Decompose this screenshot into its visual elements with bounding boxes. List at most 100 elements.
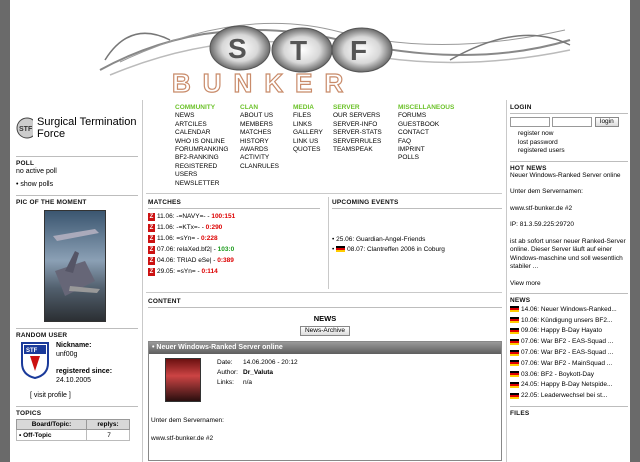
list-item[interactable]: 07.06: War BF2 - EAS-Squad ... bbox=[510, 347, 628, 358]
menu-item-gallery[interactable]: GALLERY bbox=[293, 129, 323, 137]
menu-item-awards[interactable]: AWARDS bbox=[240, 146, 279, 154]
menu-item-contact[interactable]: CONTACT bbox=[398, 129, 454, 137]
z-icon: Z bbox=[148, 256, 155, 265]
username-field[interactable] bbox=[510, 117, 550, 127]
menu-item-about-us[interactable]: ABOUT US bbox=[240, 112, 279, 120]
match-score: 0:389 bbox=[217, 257, 234, 264]
registered-users-link[interactable]: registered users bbox=[518, 147, 628, 156]
right-column-divider bbox=[506, 100, 507, 462]
match-opponent: TRIAD eSe| - bbox=[176, 257, 216, 264]
match-opponent: -=NAVY=- - bbox=[176, 213, 210, 220]
menu-item-server-stats[interactable]: SERVER-STATS bbox=[333, 129, 382, 137]
list-item[interactable]: • 08.07: Clantreffen 2006 in Coburg bbox=[332, 245, 502, 255]
show-polls-link[interactable]: • show polls bbox=[16, 180, 138, 189]
menu-item-teamspeak[interactable]: TEAMSPEAK bbox=[333, 146, 382, 154]
z-icon: Z bbox=[148, 267, 155, 276]
menu-item-serverrules[interactable]: SERVERRULES bbox=[333, 138, 382, 146]
list-item[interactable]: 07.06: War BF2 - MainSquad ... bbox=[510, 358, 628, 369]
germany-flag-icon bbox=[510, 338, 519, 345]
menu-item-forums[interactable]: FORUMS bbox=[398, 112, 454, 120]
z-icon: Z bbox=[148, 223, 155, 232]
menu-item-bf2-ranking[interactable]: BF2-RANKING bbox=[175, 154, 228, 162]
match-row[interactable]: Z 11.06: =sYn= - 0:228 bbox=[148, 233, 320, 244]
list-item[interactable]: • 25.06: Guardian-Angel-Friends bbox=[332, 235, 502, 245]
login-button[interactable]: login bbox=[595, 117, 619, 127]
menu-item-guestbook[interactable]: GUESTBOOK bbox=[398, 121, 454, 129]
pic-heading: PIC OF THE MOMENT bbox=[16, 199, 87, 206]
lost-password-link[interactable]: lost password bbox=[518, 139, 628, 148]
match-opponent: relaXed.bf2| - bbox=[176, 246, 216, 253]
menu-item-faq[interactable]: FAQ bbox=[398, 138, 454, 146]
match-row[interactable]: Z 29.05: =sYn= - 0:114 bbox=[148, 266, 320, 277]
match-date: 29.05: bbox=[157, 268, 176, 275]
menu-item-calendar[interactable]: CALENDAR bbox=[175, 129, 228, 137]
hotnews-paragraph: ist ab sofort unser neuer Ranked-Server … bbox=[510, 237, 626, 271]
menu-item-polls[interactable]: POLLS bbox=[398, 154, 454, 162]
author-value[interactable]: Dr_Valuta bbox=[243, 369, 273, 376]
menu-item-history[interactable]: HISTORY bbox=[240, 138, 279, 146]
menu-item-activity[interactable]: ACTIVITY bbox=[240, 154, 279, 162]
menu-item-newsletter[interactable]: NEWSLETTER bbox=[175, 180, 228, 188]
poll-heading: POLL bbox=[16, 160, 35, 167]
news-title: NEWS bbox=[313, 314, 337, 323]
password-field[interactable] bbox=[552, 117, 592, 127]
menu-item-registered[interactable]: REGISTERED bbox=[175, 163, 228, 171]
news-archive-button[interactable]: News-Archive bbox=[299, 326, 351, 336]
menu-item-link-us[interactable]: LINK US bbox=[293, 138, 323, 146]
list-item[interactable]: 14.06: Neuer Windows-Ranked... bbox=[510, 304, 628, 315]
menu-item-members[interactable]: MEMBERS bbox=[240, 121, 279, 129]
list-item[interactable]: 09.06: Happy B-Day Hayato bbox=[510, 326, 628, 337]
article-image[interactable] bbox=[165, 358, 201, 402]
menu-item-links[interactable]: LINKS bbox=[293, 121, 323, 129]
z-icon: Z bbox=[148, 245, 155, 254]
match-row[interactable]: Z 11.06: -=KTx=- - 0:290 bbox=[148, 222, 320, 233]
hotnews-body: Neuer Windows-Ranked Server online Unter… bbox=[510, 172, 628, 289]
list-item[interactable]: 03.06: BF2 - Boykott-Day bbox=[510, 369, 628, 380]
table-row[interactable]: • Off-Topic 7 bbox=[16, 429, 130, 441]
menu-item-articles[interactable]: ARTCILES bbox=[175, 121, 228, 129]
list-item[interactable]: 10.06: Kündigung unsers BF2... bbox=[510, 315, 628, 326]
view-more-link[interactable]: View more bbox=[510, 280, 628, 289]
menu-item-server-info[interactable]: SERVER-INFO bbox=[333, 121, 382, 129]
menu-item-users[interactable]: USERS bbox=[175, 171, 228, 179]
list-item[interactable]: 24.05: Happy B-Day Netspide... bbox=[510, 380, 628, 391]
menu-item-clanrules[interactable]: CLANRULES bbox=[240, 163, 279, 171]
news-item-text: 10.06: Kündigung unsers BF2... bbox=[521, 316, 613, 324]
menu-item-quotes[interactable]: QUOTES bbox=[293, 146, 323, 154]
match-opponent: =sYn= - bbox=[176, 268, 200, 275]
article-body-line: Unter dem Servernamen: bbox=[151, 417, 224, 424]
menu-item-who-is-online[interactable]: WHO IS ONLINE bbox=[175, 138, 228, 146]
hotnews-title[interactable]: Neuer Windows-Ranked Server online bbox=[510, 172, 628, 181]
menu-item-files[interactable]: FILES bbox=[293, 112, 323, 120]
germany-flag-icon bbox=[510, 306, 519, 313]
menu-item-news[interactable]: NEWS bbox=[175, 112, 228, 120]
nickname-value[interactable]: unf00g bbox=[56, 350, 112, 359]
list-item[interactable]: 07.06: War BF2 - EAS-Squad ... bbox=[510, 336, 628, 347]
menu-item-forumranking[interactable]: FORUMRANKING bbox=[175, 146, 228, 154]
hotnews-paragraph: Unter dem Servernamen: bbox=[510, 188, 583, 195]
z-icon: Z bbox=[148, 212, 155, 221]
register-now-link[interactable]: register now bbox=[518, 130, 628, 139]
match-row[interactable]: Z 11.06: -=NAVY=- - 100:151 bbox=[148, 211, 320, 222]
hotnews-paragraph: IP: 81.3.59.225:29720 bbox=[510, 221, 574, 228]
news-article: • Neuer Windows-Ranked Server online Dat… bbox=[148, 341, 502, 461]
menu-item-imprint[interactable]: IMPRINT bbox=[398, 146, 454, 154]
germany-flag-icon bbox=[336, 246, 346, 253]
article-title[interactable]: • Neuer Windows-Ranked Server online bbox=[149, 342, 501, 354]
match-score: 103:0 bbox=[217, 246, 235, 253]
news-list: 14.06: Neuer Windows-Ranked... 10.06: Kü… bbox=[510, 304, 628, 401]
topic-replies: 7 bbox=[86, 429, 130, 441]
random-user-info: Nickname: unf00g registered since: 24.10… bbox=[56, 341, 112, 385]
topic-name[interactable]: • Off-Topic bbox=[16, 429, 87, 441]
menu-item-our-servers[interactable]: OUR SERVERS bbox=[333, 112, 382, 120]
poll-text: no active poll bbox=[16, 168, 57, 175]
brand-block: STF Surgical Termination Force bbox=[16, 104, 138, 152]
match-row[interactable]: Z 07.06: relaXed.bf2| - 103:0 bbox=[148, 244, 320, 255]
visit-profile-link[interactable]: [ visit profile ] bbox=[30, 391, 138, 400]
menu-item-matches[interactable]: MATCHES bbox=[240, 129, 279, 137]
list-item[interactable]: 22.05: Leaderwechsel bei st... bbox=[510, 390, 628, 401]
pic-of-the-moment-image[interactable] bbox=[44, 210, 106, 322]
topics-table: Board/Topic: replys: • Off-Topic 7 bbox=[16, 419, 130, 441]
match-row[interactable]: Z 04.06: TRIAD eSe| - 0:389 bbox=[148, 255, 320, 266]
match-date: 11.06: bbox=[157, 224, 175, 231]
